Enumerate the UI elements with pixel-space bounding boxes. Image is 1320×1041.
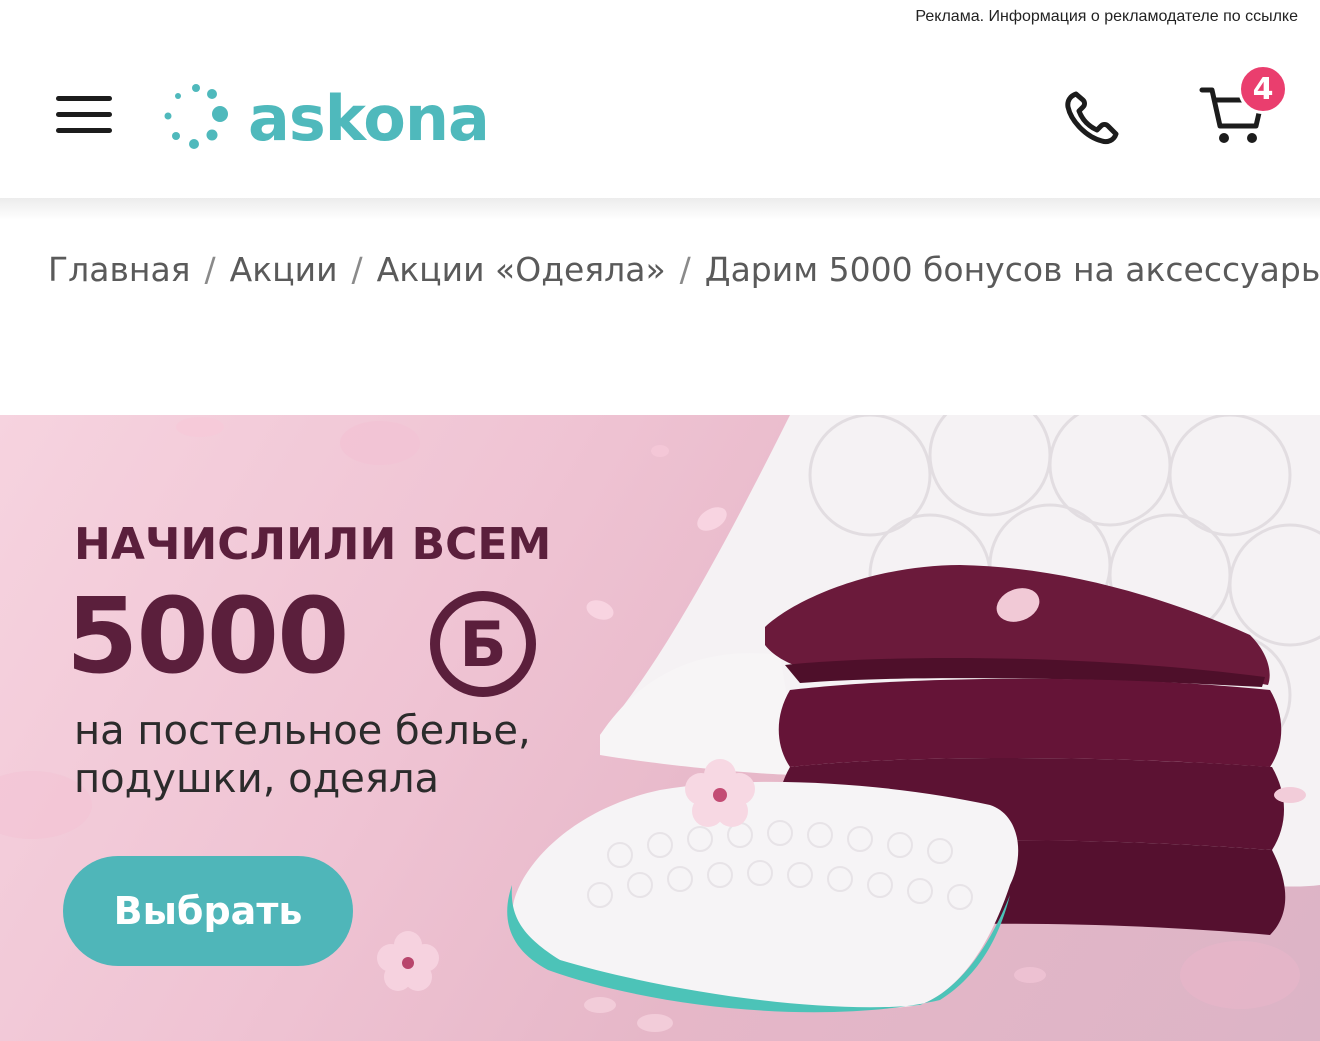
page: Реклама. Информация о рекламодателе по с… [0,0,1320,1041]
header: askona [0,38,1320,198]
breadcrumb-item-home[interactable]: Главная [48,250,191,289]
logo-text: askona [248,82,490,155]
breadcrumb-separator: / [351,250,363,289]
cart-count-badge[interactable]: 4 [1238,64,1288,114]
promo-banner[interactable]: НАЧИСЛИЛИ ВСЕМ 5000 Б на постельное бель… [0,415,1320,1041]
banner-subtitle-line: на постельное белье, [74,708,531,754]
logo[interactable]: askona [158,80,490,155]
banner-subtitle: на постельное белье, подушки, одеяла [74,707,594,803]
banner-title: НАЧИСЛИЛИ ВСЕМ [74,519,552,570]
breadcrumb-item-promotions[interactable]: Акции [230,250,338,289]
bonus-currency-icon: Б [430,591,536,697]
banner-subtitle-line: подушки, одеяла [74,756,440,802]
logo-dots-icon [164,84,228,149]
header-shadow [0,198,1320,220]
breadcrumb-separator: / [204,250,216,289]
breadcrumb-item-current: Дарим 5000 бонусов на аксессуары [704,250,1320,289]
ad-disclosure-link[interactable]: Реклама. Информация о рекламодателе по с… [915,8,1298,26]
breadcrumb-separator: / [679,250,691,289]
choose-button[interactable]: Выбрать [63,856,353,966]
banner-bonus-amount: 5000 [66,575,349,697]
breadcrumb-item-blanket-promotions[interactable]: Акции «Одеяла» [377,250,666,289]
menu-icon[interactable] [56,96,112,134]
phone-icon[interactable] [1062,88,1124,148]
breadcrumb: Главная / Акции / Акции «Одеяла» / Дарим 5000 … [48,250,1320,289]
